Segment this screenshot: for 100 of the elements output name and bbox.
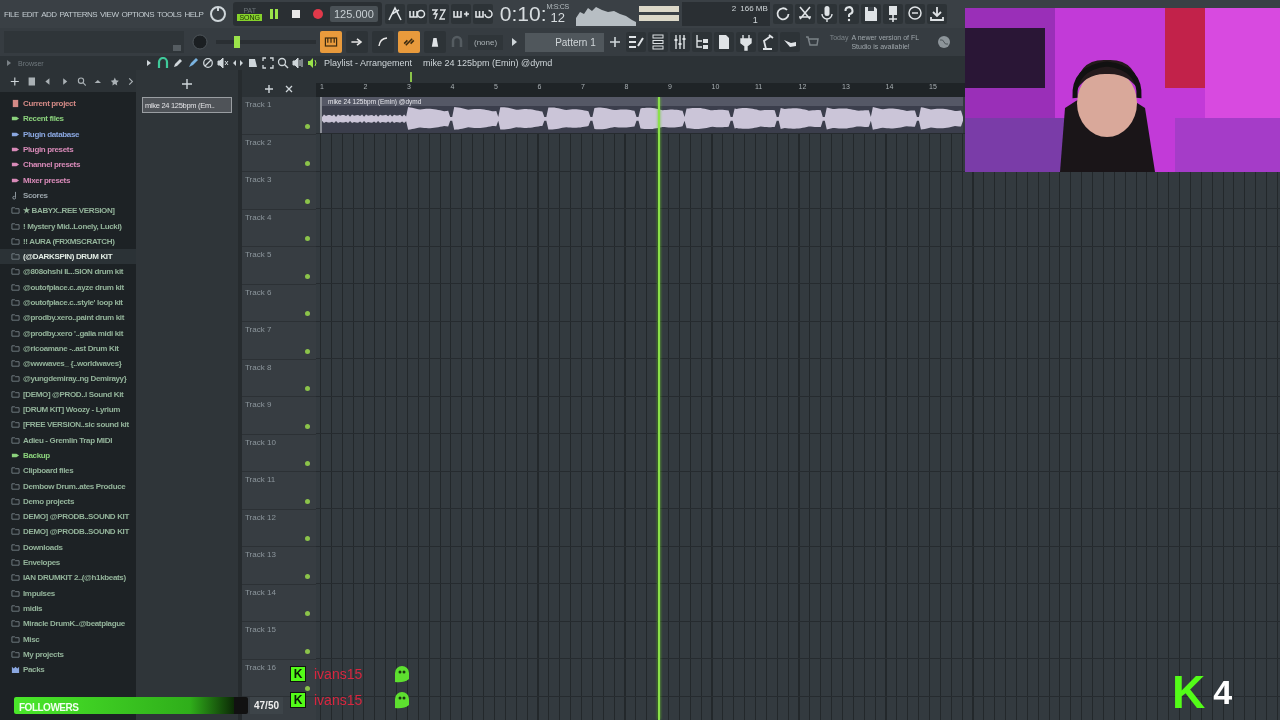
menu-item[interactable]: VIEW: [100, 9, 119, 19]
browser-item[interactable]: [DEMO] @PROD..l Sound Kit: [0, 386, 136, 402]
menu-item[interactable]: PATTERNS: [59, 9, 97, 19]
browser-item[interactable]: Dembow Drum..ates Produce: [0, 478, 136, 494]
browser-item-label: @yungdemiray..ng Demirayy}: [23, 374, 127, 384]
browser-item-label: Scores: [23, 190, 48, 200]
browser-item[interactable]: @ricoamane -..ast Drum Kit: [0, 340, 136, 357]
document-icon[interactable]: [713, 32, 734, 52]
browser-item[interactable]: Downloads: [0, 539, 136, 555]
song-position-marker[interactable]: [409, 72, 412, 82]
mute-icon[interactable]: [217, 57, 229, 69]
browser-item-label: @808ohshi IL..SION drum kit: [23, 267, 124, 277]
disable-icon[interactable]: [202, 57, 214, 69]
browser-item[interactable]: ★ BABYX..REE VERSION]: [0, 203, 136, 219]
refresh-icon[interactable]: [772, 4, 793, 24]
browser-item[interactable]: Mixer presets: [0, 172, 136, 188]
menu-item[interactable]: OPTIONS: [121, 9, 154, 19]
browser-item[interactable]: DEMO] @PRODB..SOUND KIT: [0, 524, 136, 540]
arrow-toggle[interactable]: [346, 31, 368, 53]
browser-item[interactable]: @wwwaves_ {..worldwaves}: [0, 356, 136, 372]
browser-item-label: Backup: [23, 450, 50, 460]
close-icon[interactable]: [284, 84, 294, 94]
browser-item[interactable]: Adieu - Gremlin Trap MIDI: [0, 432, 136, 448]
browser-item[interactable]: Envelopes: [0, 554, 136, 571]
tempo-display[interactable]: 125.000: [330, 6, 378, 22]
playlist-icon[interactable]: [625, 32, 646, 52]
browser-item[interactable]: ! Mystery Mid..Lonely, Lucki): [0, 218, 136, 234]
browser-item[interactable]: Current project: [0, 96, 136, 112]
search-icon[interactable]: [76, 75, 87, 87]
channel-target-selector[interactable]: (none): [468, 34, 504, 50]
browser-item[interactable]: IAN DRUMKIT 2..(@h1kbeats): [0, 570, 136, 586]
folder-tree-icon[interactable]: [691, 32, 712, 52]
help-icon[interactable]: [838, 4, 859, 24]
browser-item[interactable]: DEMO] @PRODB..SOUND KIT: [0, 509, 136, 525]
browser-item[interactable]: Clipboard files: [0, 463, 136, 479]
list-icon[interactable]: [647, 32, 668, 52]
more-icon[interactable]: [126, 75, 136, 87]
playback-icon[interactable]: [292, 57, 304, 69]
browser-item[interactable]: @outofplace.c..style' loop kit: [0, 294, 136, 311]
browser-item[interactable]: Recent files: [0, 111, 136, 127]
browser-item-label: Plugin database: [23, 129, 80, 139]
lamp-icon[interactable]: [757, 32, 778, 52]
browser-item[interactable]: My projects: [0, 646, 136, 662]
document-icon[interactable]: [26, 75, 37, 87]
zoom-icon[interactable]: [277, 57, 289, 69]
browser-item[interactable]: (@DARKSPIN) DRUM KIT: [0, 248, 136, 265]
curve-toggle[interactable]: [372, 31, 394, 53]
save-icon[interactable]: [860, 4, 881, 24]
browser-item[interactable]: @808ohshi IL..SION drum kit: [0, 264, 136, 280]
keyboard-toggle[interactable]: [320, 31, 342, 53]
playhead[interactable]: [658, 97, 661, 720]
browser-item[interactable]: Misc: [0, 631, 136, 647]
browser-item[interactable]: @yungdemiray..ng Demirayy}: [0, 371, 136, 387]
add-icon[interactable]: [264, 84, 274, 94]
browser-item[interactable]: @prodby.xero '..galia midi kit: [0, 325, 136, 341]
browser-item[interactable]: [DRUM KIT] Woozy - Lyrium: [0, 401, 136, 418]
browser-item-label: ! Mystery Mid..Lonely, Lucki): [23, 221, 122, 231]
browser-item-label: !! AURA (FRXMSCRATCH): [23, 236, 115, 246]
browser-item[interactable]: Miracle DrumK..@beatplague: [0, 616, 136, 632]
add-icon[interactable]: [10, 75, 20, 87]
menu-item[interactable]: HELP: [184, 9, 204, 19]
download-icon[interactable]: [926, 4, 947, 24]
browser-item-label: Plugin presets: [23, 145, 74, 155]
star-icon[interactable]: [109, 75, 120, 87]
browser-item[interactable]: !! AURA (FRXMSCRATCH): [0, 233, 136, 249]
browser-item[interactable]: Demo projects: [0, 493, 136, 509]
time-display[interactable]: 0:10:: [499, 3, 547, 25]
menu-item[interactable]: TOOLS: [157, 9, 182, 19]
browser-item[interactable]: Backup: [0, 447, 136, 464]
browser-item[interactable]: Plugin database: [0, 126, 136, 142]
browser-item[interactable]: Impulses: [0, 585, 136, 601]
cut-icon[interactable]: [794, 4, 815, 24]
microphone-icon[interactable]: [816, 4, 837, 24]
menu-item[interactable]: ADD: [41, 9, 57, 19]
pattern-selector[interactable]: Pattern 1: [525, 32, 604, 52]
browser-item[interactable]: Channel presets: [0, 157, 136, 173]
browser-item[interactable]: [FREE VERSION..sic sound kit: [0, 417, 136, 433]
browser-item[interactable]: Plugin presets: [0, 141, 136, 158]
browser-item[interactable]: Packs: [0, 662, 136, 678]
browser-item[interactable]: @prodby.xero..paint drum kit: [0, 310, 136, 326]
menu-item[interactable]: FILE: [4, 9, 19, 19]
followers-count: 47/50: [250, 697, 284, 714]
link-toggle[interactable]: [398, 31, 420, 53]
select-icon[interactable]: [262, 57, 274, 69]
mixer-icon[interactable]: [669, 32, 690, 52]
menu-item[interactable]: EDIT: [21, 9, 39, 19]
magnet-icon[interactable]: [157, 57, 169, 69]
globe-icon[interactable]: [937, 35, 952, 49]
followers-label: FOLLOWERS: [18, 702, 79, 713]
slice-icon[interactable]: [247, 57, 259, 69]
browser-item[interactable]: Scores: [0, 187, 136, 204]
browser-item[interactable]: @outofplace.c..ayze drum kit: [0, 279, 136, 295]
speaker-icon[interactable]: [307, 57, 319, 69]
chat-badge: K: [290, 666, 306, 682]
save-new-icon[interactable]: [882, 4, 903, 24]
playlist-breadcrumb[interactable]: mike 24 125bpm (Emin) @dymd: [423, 58, 553, 68]
pitch-slider-thumb[interactable]: [234, 36, 240, 48]
add-icon[interactable]: [607, 35, 622, 49]
move-icon[interactable]: [181, 77, 193, 90]
browser-item[interactable]: midis: [0, 600, 136, 617]
